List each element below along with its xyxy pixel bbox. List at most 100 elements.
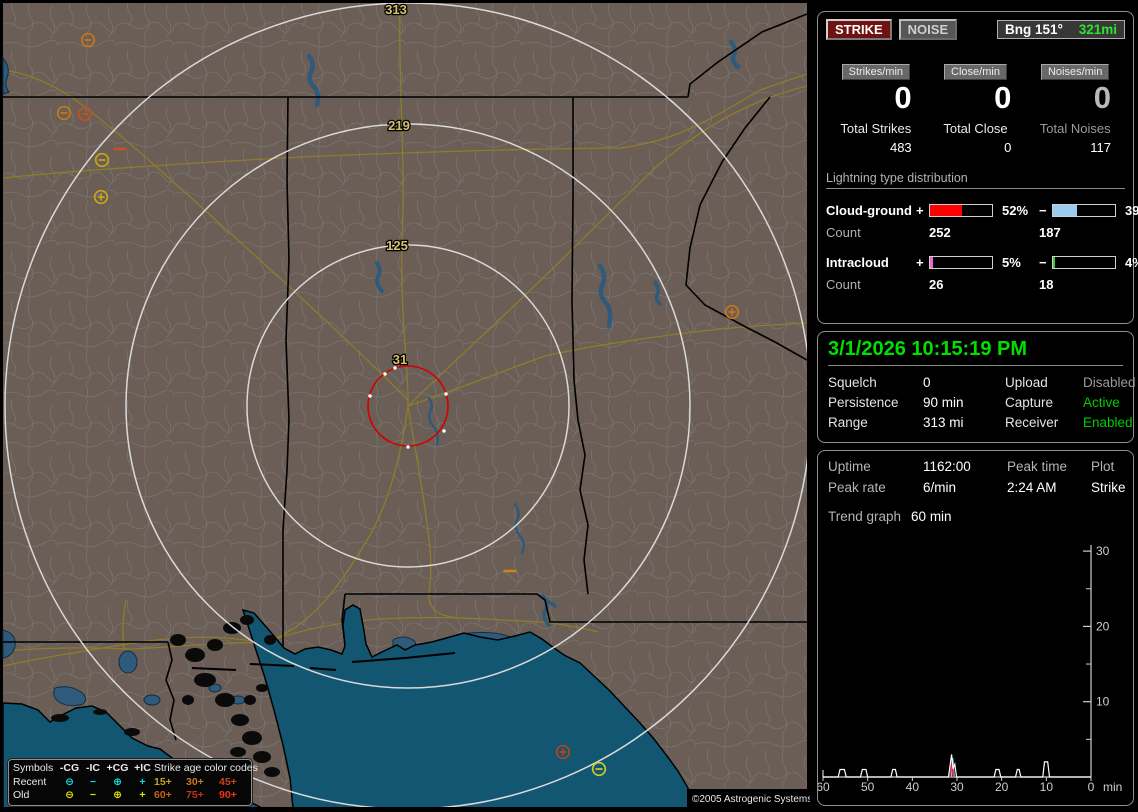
legend-age-75+: 75+ <box>186 789 204 801</box>
legend-column--CG: -CG <box>59 762 80 774</box>
strikes-per-min-value: 0 <box>894 80 912 115</box>
uptime-label: Uptime <box>828 459 871 474</box>
cg-plus-bar <box>929 203 993 217</box>
bearing-readout: Bng 151° 321mi <box>997 20 1125 39</box>
status-value: Disabled <box>1083 375 1136 390</box>
legend-symbol-+IC: + <box>139 775 146 788</box>
legend-symbol--CG: ⊖ <box>65 789 74 801</box>
minus-sign: − <box>1039 254 1047 270</box>
total-close-label: Total Close <box>943 121 1008 136</box>
count-label: Count <box>826 276 861 292</box>
cloud-ground-label: Cloud-ground <box>826 202 912 218</box>
svg-text:©2005 Astrogenic Systems: ©2005 Astrogenic Systems <box>692 794 810 805</box>
bearing-label: Bng 151° <box>1005 22 1063 37</box>
status-value: Enabled <box>1083 415 1133 430</box>
legend-symbol-+CG: ⊕ <box>113 775 122 788</box>
legend-age-header: Strike age color codes <box>154 762 258 774</box>
x-tick-20: 20 <box>995 780 1009 794</box>
legend-row-label: Recent <box>13 775 47 788</box>
intracloud-row: Intracloud + 5% − 4% <box>826 251 1138 273</box>
distribution-heading: Lightning type distribution <box>826 171 1125 189</box>
plot-label: Plot <box>1091 459 1115 474</box>
legend-symbol-+IC: + <box>139 789 146 801</box>
noises-per-min-column: Noises/min 0 Total Noises 117 <box>1025 64 1125 155</box>
symbol-legend: Symbols -CG -IC +CG +IC Strike age color code… <box>8 759 258 806</box>
status-value: 90 min <box>923 395 964 410</box>
ic-plus-count: 26 <box>929 276 944 292</box>
x-axis-unit: min <box>1103 780 1122 794</box>
peak-rate-value: 6/min <box>923 480 957 495</box>
peak-time-value: 2:24 AM <box>1007 480 1057 495</box>
cg-minus-count: 187 <box>1039 224 1061 240</box>
status-value: 313 mi <box>923 415 964 430</box>
status-grid: Squelch 0 Upload Disabled Persistence 90 min C… <box>828 375 1136 430</box>
status-label: Persistence <box>828 395 899 410</box>
x-tick-60: 60 <box>818 780 830 794</box>
legend-column--IC: -IC <box>86 762 100 774</box>
y-tick-10: 10 <box>1096 695 1110 709</box>
ic-minus-bar <box>1052 255 1116 269</box>
ic-minus-pct: 4% <box>1125 254 1138 270</box>
status-label: Capture <box>1005 395 1054 410</box>
legend-age-60+: 60+ <box>154 789 172 801</box>
app-window: 313 219 125 31 ©2005 Astrogenic Systems … <box>0 0 1138 812</box>
stats-trend-panel: Uptime 1162:00 Peak time Plot Peak rate … <box>817 450 1134 806</box>
ring-label-313: 313 <box>385 2 407 17</box>
legend-age-90+: 90+ <box>219 789 237 801</box>
minus-sign: − <box>1039 202 1047 218</box>
count-label: Count <box>826 224 861 240</box>
cg-plus-count: 252 <box>929 224 951 240</box>
close-per-min-column: Close/min 0 Total Close 0 <box>926 64 1026 155</box>
total-close-value: 0 <box>1004 140 1012 155</box>
plus-sign: + <box>916 254 924 270</box>
lightning-map[interactable]: 313 219 125 31 ©2005 Astrogenic Systems <box>0 0 810 812</box>
status-label: Receiver <box>1005 415 1059 430</box>
map-copyright: ©2005 Astrogenic Systems <box>687 789 810 807</box>
ring-label-31: 31 <box>393 352 407 367</box>
y-tick-20: 20 <box>1096 619 1110 633</box>
datetime-display: 3/1/2026 10:15:19 PM <box>828 338 1123 366</box>
trend-series-total-strikes <box>823 754 1091 778</box>
status-label: Squelch <box>828 375 877 390</box>
bearing-range: 321mi <box>1078 22 1117 37</box>
noise-button[interactable]: NOISE <box>898 19 958 40</box>
status-label: Range <box>828 415 868 430</box>
legend-symbol-+CG: ⊕ <box>113 789 122 801</box>
peak-time-label: Peak time <box>1007 459 1068 474</box>
cloud-ground-row: Cloud-ground + 52% − 39% <box>826 199 1138 221</box>
legend-column-+IC: +IC <box>134 762 151 774</box>
trend-chart: 10 20 30 60 50 40 30 20 10 0 min <box>818 544 1122 794</box>
strike-panel: STRIKE NOISE Bng 151° 321mi Strikes/min … <box>817 11 1138 324</box>
plus-sign: + <box>916 202 924 218</box>
noises-per-min-value: 0 <box>1093 80 1112 115</box>
legend-symbol--CG: ⊖ <box>65 775 74 788</box>
trend-window-value: 60 min <box>911 509 952 524</box>
x-tick-40: 40 <box>906 780 920 794</box>
status-label: Upload <box>1005 375 1048 390</box>
status-value: 0 <box>923 375 931 390</box>
strikes-per-min-chip: Strikes/min <box>841 64 911 80</box>
cg-minus-bar <box>1052 203 1116 217</box>
close-per-min-value: 0 <box>994 80 1012 115</box>
x-tick-50: 50 <box>861 780 875 794</box>
legend-symbol--IC: − <box>89 789 97 801</box>
strike-button[interactable]: STRIKE <box>826 19 892 40</box>
peak-rate-label: Peak rate <box>828 480 886 495</box>
ring-label-219: 219 <box>388 118 410 133</box>
legend-column-+CG: +CG <box>106 762 129 774</box>
x-tick-30: 30 <box>950 780 964 794</box>
stats-grid: Uptime 1162:00 Peak time Plot Peak rate … <box>828 459 1126 495</box>
cloud-ground-count-row: Count 252 187 <box>826 221 1125 243</box>
y-tick-30: 30 <box>1096 544 1110 558</box>
status-value: Active <box>1083 395 1120 410</box>
trend-graph-label: Trend graph <box>828 509 902 524</box>
noises-per-min-chip: Noises/min <box>1040 64 1110 80</box>
ic-plus-pct: 5% <box>1002 254 1021 270</box>
ic-plus-bar <box>929 255 993 269</box>
intracloud-count-row: Count 26 18 <box>826 273 1125 295</box>
total-strikes-label: Total Strikes <box>840 121 912 136</box>
cg-plus-pct: 52% <box>1002 202 1029 218</box>
legend-symbol--IC: − <box>89 775 97 788</box>
total-noises-value: 117 <box>1090 140 1112 155</box>
lightning-distribution: Lightning type distribution Cloud-ground… <box>826 171 1138 295</box>
